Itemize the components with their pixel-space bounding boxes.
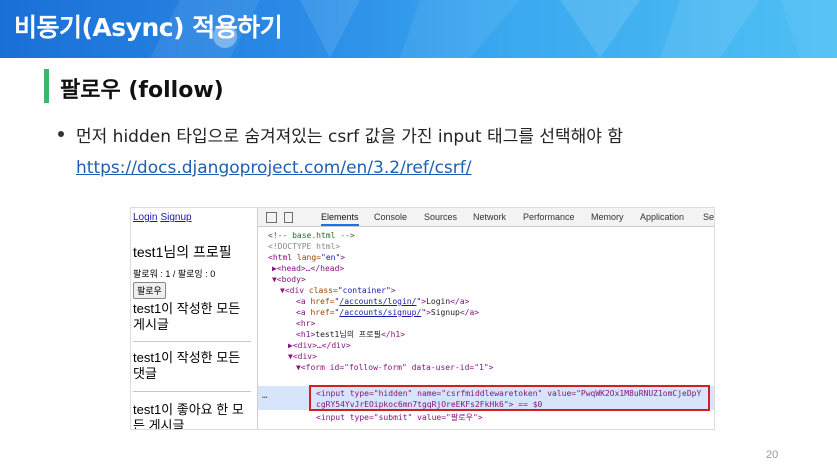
dom-line[interactable]: ▼<body>: [258, 274, 714, 285]
dom-line[interactable]: <!-- base.html -->: [258, 230, 714, 241]
rendered-page: Login Signup test1님의 프로필 팔로워 : 1 / 팔로잉 : …: [131, 208, 257, 429]
dom-line[interactable]: <h1>test1님의 프로필</h1>: [258, 329, 714, 340]
articles-heading: test1이 작성한 모든 게시글: [133, 301, 241, 332]
dom-line[interactable]: <html lang="en">: [258, 252, 714, 263]
likes-heading: test1이 좋아요 한 모든 게시글: [133, 402, 244, 430]
section-accent-bar: [44, 69, 49, 103]
highlight-box: [309, 385, 710, 411]
page-number: 20: [766, 449, 779, 461]
device-toggle-icon[interactable]: [284, 212, 293, 223]
tab-console[interactable]: Console: [374, 212, 407, 222]
tab-performance[interactable]: Performance: [523, 212, 575, 222]
docs-link[interactable]: https://docs.djangoproject.com/en/3.2/re…: [76, 158, 472, 178]
tab-elements[interactable]: Elements: [321, 212, 359, 226]
dom-line[interactable]: <input type="submit" value="팔로우">: [258, 412, 714, 423]
dom-line[interactable]: ▼<div class="container">: [258, 285, 714, 296]
devtools-panel: Elements Console Sources Network Perform…: [258, 208, 714, 429]
slide-title: 비동기(Async) 적용하기: [14, 13, 283, 42]
dom-line[interactable]: ▼<div>: [258, 351, 714, 362]
tab-memory[interactable]: Memory: [591, 212, 624, 222]
dom-line[interactable]: ▶<div>…</div>: [258, 340, 714, 351]
tab-application[interactable]: Application: [640, 212, 684, 222]
follow-counts: 팔로워 : 1 / 팔로잉 : 0: [133, 269, 216, 279]
section-heading: 팔로우 (follow): [60, 78, 224, 103]
title-banner: 비동기(Async) 적용하기: [0, 0, 837, 58]
dom-line[interactable]: <!DOCTYPE html>: [258, 241, 714, 252]
embedded-screenshot: Login Signup test1님의 프로필 팔로워 : 1 / 팔로잉 : …: [130, 207, 715, 430]
profile-heading: test1님의 프로필: [133, 244, 232, 260]
login-link[interactable]: Login: [133, 212, 157, 223]
divider: [133, 391, 251, 392]
auth-links: Login Signup: [133, 212, 195, 223]
dom-line[interactable]: <a href="/accounts/login/">Login</a>: [258, 296, 714, 307]
tab-overflow[interactable]: Se: [703, 212, 714, 222]
devtools-toolbar: Elements Console Sources Network Perform…: [258, 208, 714, 227]
tab-sources[interactable]: Sources: [424, 212, 457, 222]
dom-line[interactable]: ▼<form id="follow-form" data-user-id="1"…: [258, 362, 714, 373]
tab-network[interactable]: Network: [473, 212, 506, 222]
dom-line[interactable]: ▶<head>…</head>: [258, 263, 714, 274]
inspect-icon[interactable]: [266, 212, 277, 223]
bullet-dot: [58, 131, 64, 137]
follow-button[interactable]: 팔로우: [133, 282, 166, 299]
divider: [133, 341, 251, 342]
bullet-text: 먼저 hidden 타입으로 숨겨져있는 csrf 값을 가진 input 태그…: [76, 127, 623, 147]
dom-line[interactable]: <hr>: [258, 318, 714, 329]
comments-heading: test1이 작성한 모든 댓글: [133, 350, 241, 381]
dom-line[interactable]: <a href="/accounts/signup/">Signup</a>: [258, 307, 714, 318]
signup-link[interactable]: Signup: [160, 212, 191, 223]
